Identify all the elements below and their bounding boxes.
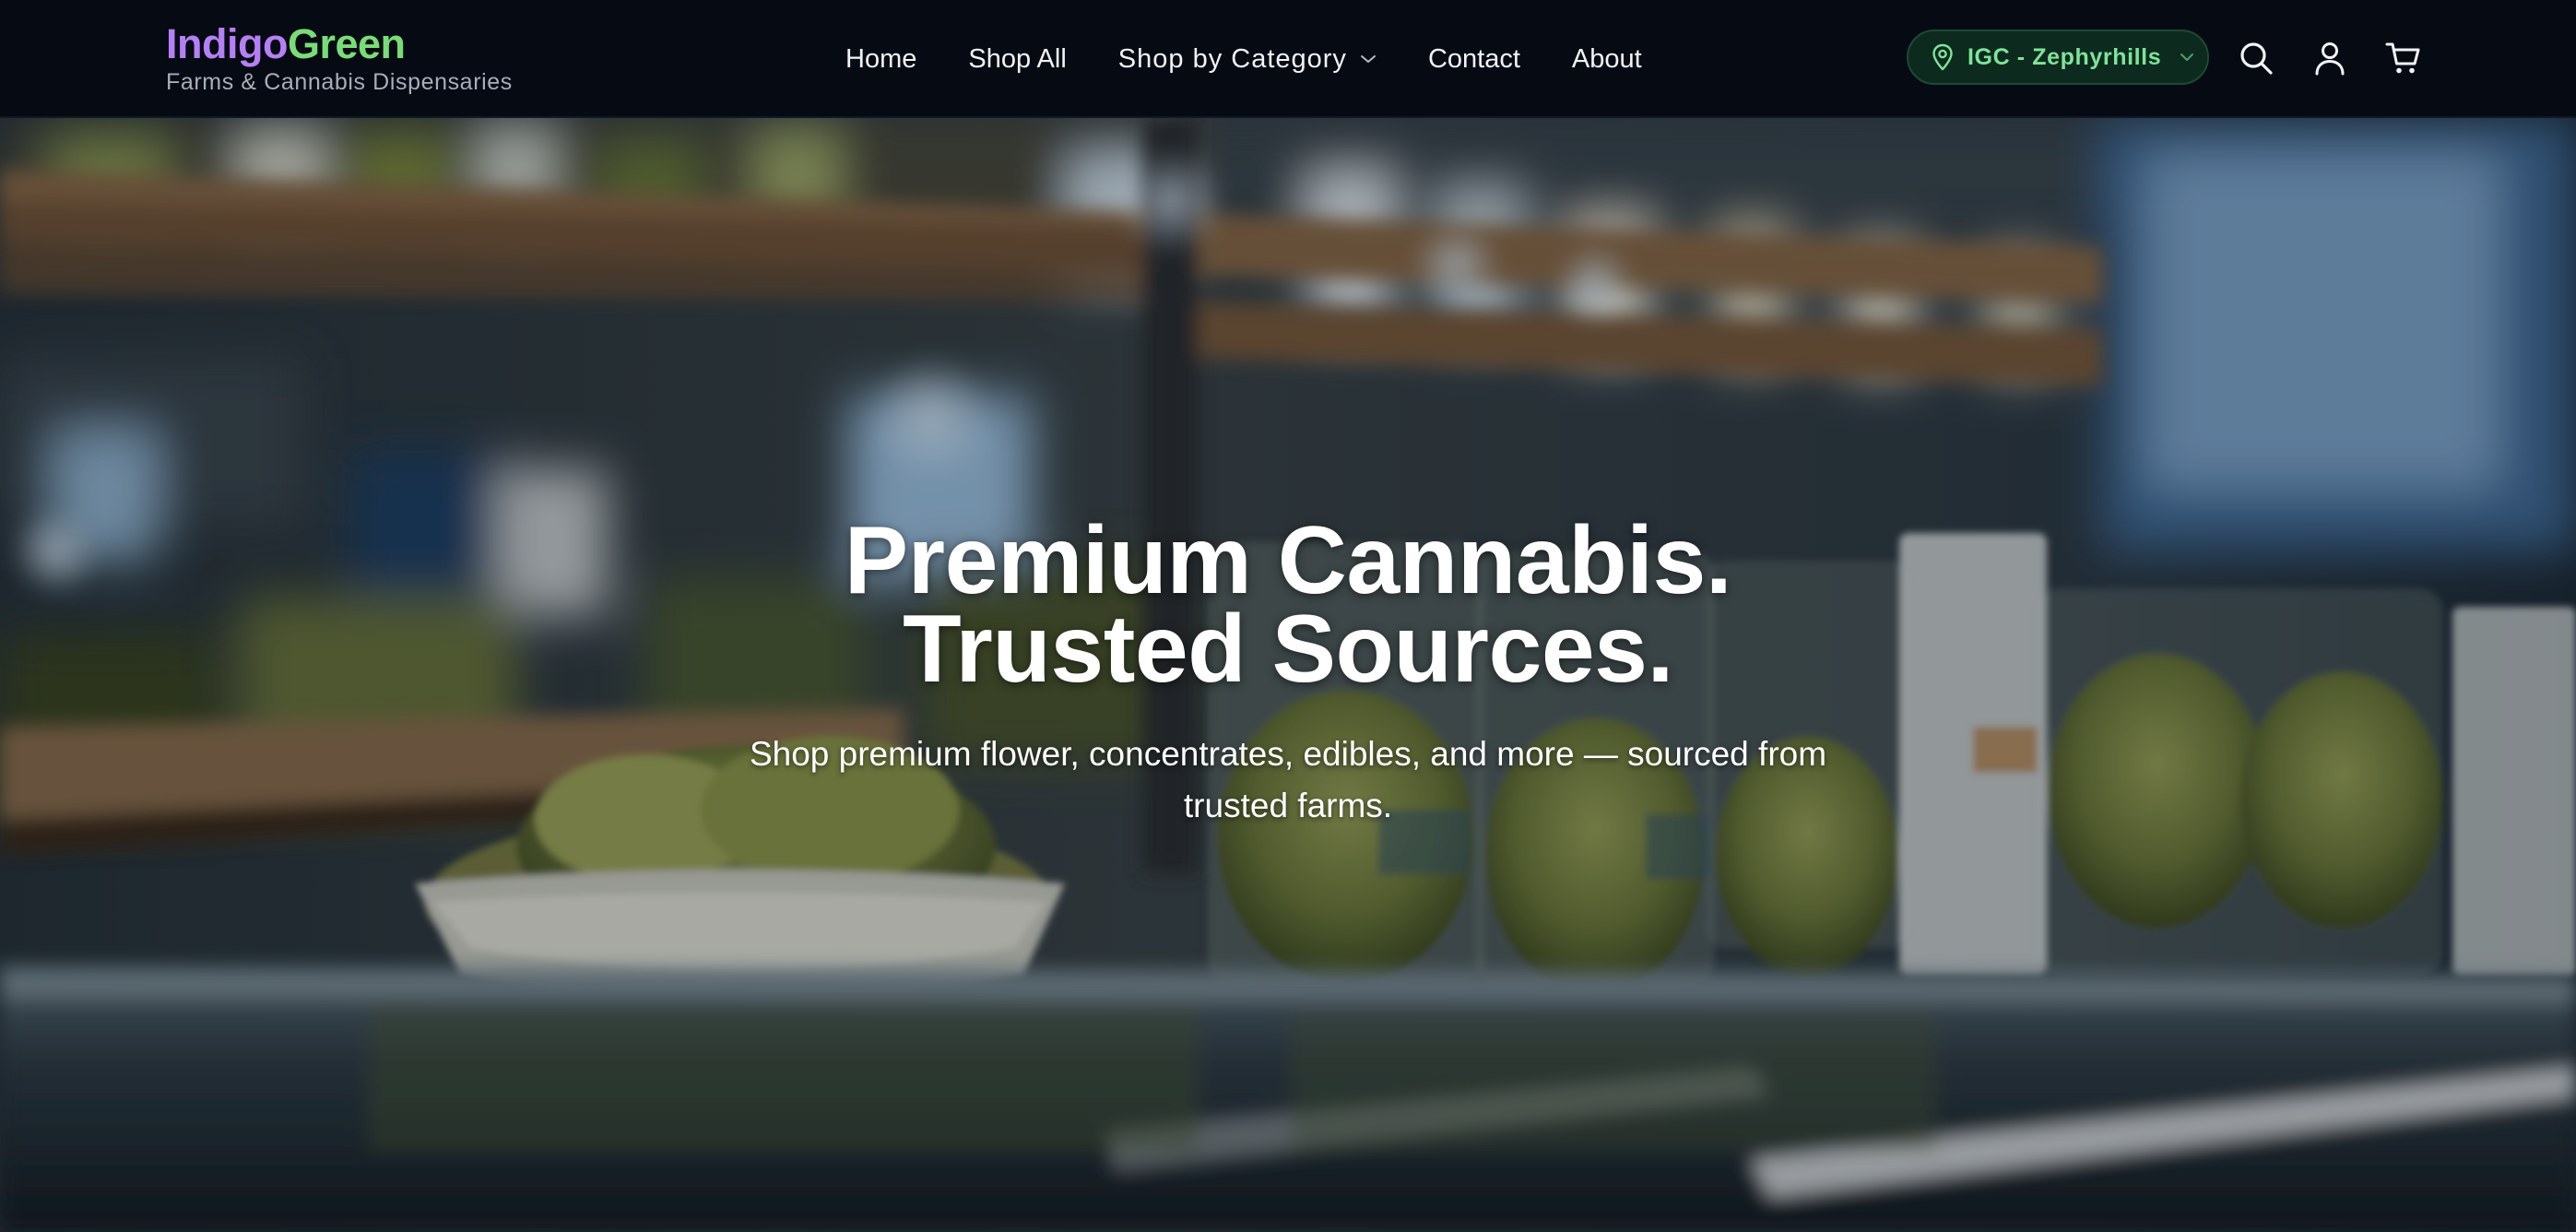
main-nav: Home Shop All Shop by Category Contact A… bbox=[845, 0, 1642, 118]
hero-title: Premium Cannabis. Trusted Sources. bbox=[643, 507, 1933, 703]
map-pin-icon bbox=[1932, 43, 1953, 71]
location-selector[interactable]: IGC - Zephyrhills bbox=[1907, 30, 2209, 85]
brand-name: IndigoGreen bbox=[166, 20, 513, 68]
account-icon bbox=[2315, 42, 2345, 76]
brand-logo[interactable]: IndigoGreen Farms & Cannabis Dispensarie… bbox=[166, 20, 513, 96]
brand-name-indigo: Indigo bbox=[166, 20, 288, 67]
hero-title-line-2: Trusted Sources. bbox=[903, 596, 1673, 703]
hero-content: Premium Cannabis. Trusted Sources. Shop … bbox=[643, 507, 1933, 832]
hero-banner: Premium Cannabis. Trusted Sources. Shop … bbox=[0, 118, 2576, 1232]
cart-icon bbox=[2385, 42, 2420, 74]
search-icon bbox=[2240, 42, 2273, 75]
site-header: IndigoGreen Farms & Cannabis Dispensarie… bbox=[0, 0, 2576, 118]
nav-shop-all[interactable]: Shop All bbox=[968, 42, 1066, 76]
nav-shop-by-category-label: Shop by Category bbox=[1117, 44, 1347, 74]
search-button[interactable] bbox=[2235, 37, 2277, 79]
nav-shop-by-category[interactable]: Shop by Category bbox=[1118, 42, 1377, 76]
brand-tagline: Farms & Cannabis Dispensaries bbox=[166, 69, 513, 95]
chevron-down-icon bbox=[1360, 55, 1376, 63]
brand-name-green: Green bbox=[287, 20, 406, 67]
cart-button[interactable] bbox=[2382, 37, 2425, 79]
nav-contact[interactable]: Contact bbox=[1428, 42, 1520, 76]
nav-about[interactable]: About bbox=[1572, 42, 1642, 76]
account-button[interactable] bbox=[2309, 37, 2351, 79]
location-label: IGC - Zephyrhills bbox=[1967, 43, 2162, 70]
hero-title-line-1: Premium Cannabis. bbox=[844, 507, 1732, 614]
chevron-down-icon bbox=[2180, 53, 2194, 61]
hero-subtitle: Shop premium flower, concentrates, edibl… bbox=[749, 735, 1827, 824]
nav-home[interactable]: Home bbox=[845, 42, 916, 76]
